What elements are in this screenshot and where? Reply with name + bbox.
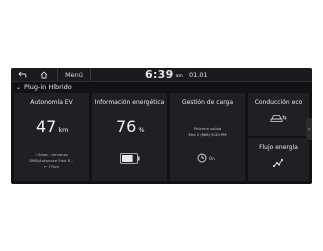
- charge-management-card[interactable]: Gestión de carga Próxima salida Ene 2 (M…: [170, 93, 245, 181]
- top-bar: Menú 6:39 am 01.01: [11, 68, 312, 82]
- energy-info-title: Información energética: [94, 99, 165, 106]
- ev-range-title: Autonomía EV: [30, 99, 73, 106]
- energy-flow-icon: [272, 158, 284, 168]
- ev-range-unit: km: [58, 126, 69, 134]
- next-departure-label: Próxima salida: [193, 126, 222, 131]
- screen: Menú 6:39 am 01.01 ⌄ Plug-in Híbrido Aut…: [11, 68, 312, 184]
- station-distance: ← 77km: [43, 164, 60, 169]
- ev-range-number: 47: [36, 117, 57, 136]
- eco-driving-title: Conducción eco: [254, 99, 303, 106]
- chevron-left-icon: ‹: [307, 125, 311, 133]
- charge-status: On: [209, 156, 215, 161]
- clock: 6:39 am: [145, 68, 183, 81]
- ev-range-value: 47 km: [36, 117, 68, 136]
- side-panel-handle[interactable]: ‹: [306, 118, 312, 140]
- section-header[interactable]: ⌄ Plug-in Híbrido: [11, 82, 312, 92]
- eco-car-icon: [270, 115, 287, 122]
- station-name: DMB/Autonoce East R...: [29, 158, 74, 163]
- next-departure-value: Ene 2 (Mié) 9:20 PM: [188, 132, 227, 137]
- ev-range-card[interactable]: Autonomía EV 47 km ♯ Estac. cercanas DMB/…: [14, 93, 89, 181]
- eco-driving-card[interactable]: Conducción eco: [248, 93, 309, 136]
- charge-management-title: Gestión de carga: [181, 99, 234, 106]
- back-arrow-icon: [17, 71, 26, 78]
- battery-percent: 76%: [116, 117, 145, 136]
- energy-flow-card[interactable]: Flujo energía: [248, 138, 309, 181]
- section-title: Plug-in Híbrido: [24, 83, 72, 91]
- back-button[interactable]: [14, 68, 30, 81]
- energy-flow-title: Flujo energía: [259, 144, 298, 151]
- home-icon: [40, 70, 48, 78]
- nearby-stations-label: ♯ Estac. cercanas: [35, 152, 68, 157]
- charge-timer-icon: [197, 153, 207, 163]
- battery-icon: [120, 153, 140, 164]
- date: 01.01: [189, 70, 208, 79]
- clock-ampm: am: [175, 74, 183, 79]
- energy-info-card[interactable]: Información energética 76%: [92, 93, 167, 181]
- battery-percent-number: 76: [116, 117, 137, 136]
- chevron-down-icon: ⌄: [16, 83, 22, 91]
- menu-button[interactable]: Menú: [57, 68, 91, 81]
- battery-percent-unit: %: [138, 126, 145, 134]
- home-button[interactable]: [36, 68, 52, 81]
- clock-time: 6:39: [145, 68, 174, 81]
